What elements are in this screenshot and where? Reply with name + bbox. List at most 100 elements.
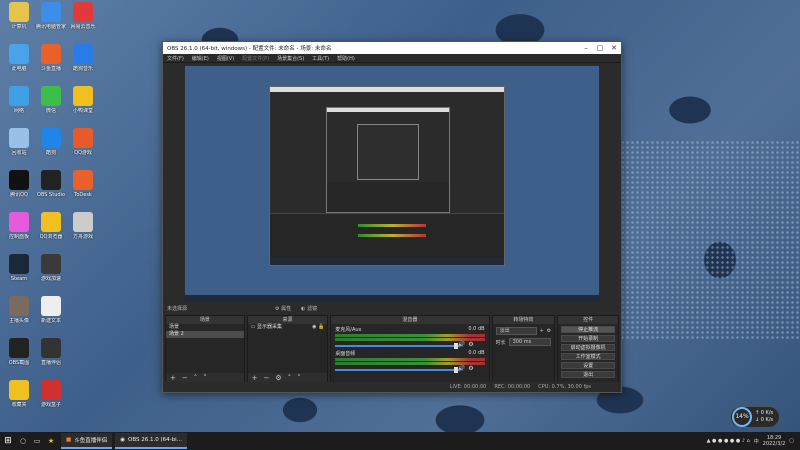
volume-meter — [335, 358, 485, 361]
menu-profile[interactable]: 配置文件(P) — [242, 55, 269, 62]
windows-start-icon[interactable]: ⊞ — [0, 436, 16, 446]
volume-meter — [335, 334, 485, 337]
taskbar-app-douyu[interactable]: ■ 斗鱼直播伴侣 — [61, 433, 113, 449]
start-recording-button[interactable]: 开始录制 — [561, 335, 615, 342]
add-icon[interactable]: + — [170, 374, 176, 382]
desktop-icon[interactable]: ToDesk — [66, 170, 100, 208]
desktop-icon[interactable]: 控制面板 — [2, 212, 36, 250]
taskbar-app-obs[interactable]: ◉ OBS 26.1.0 (64-bi... — [115, 433, 187, 449]
studio-mode-button[interactable]: 工作室模式 — [561, 353, 615, 360]
maximize-icon[interactable]: □ — [593, 44, 607, 52]
minimize-icon[interactable]: – — [579, 44, 593, 52]
desktop-icon[interactable]: 游戏加速 — [34, 254, 68, 292]
desktop-icon[interactable]: 腾讯电脑管家 — [34, 2, 68, 40]
gear-icon[interactable]: ⚙ — [468, 365, 473, 372]
desktop-icon[interactable]: 新建文本 — [34, 296, 68, 334]
desktop-icon[interactable]: 酷狗音乐 — [66, 44, 100, 82]
app-icon — [41, 296, 61, 316]
exit-button[interactable]: 退出 — [561, 371, 615, 378]
eye-icon[interactable]: ◉ 🔓 — [312, 324, 327, 331]
desktop-icon[interactable]: 酷狗 — [34, 128, 68, 166]
speaker-icon[interactable]: 🔊 — [458, 341, 465, 348]
notification-icon[interactable]: ▢ — [789, 438, 794, 444]
menu-scene-collection[interactable]: 场景集合(S) — [277, 55, 304, 62]
desktop-icon[interactable]: Steam — [2, 254, 36, 292]
desktop-icon[interactable]: 收藏夹 — [2, 380, 36, 418]
down-icon[interactable]: ˅ — [203, 374, 207, 382]
desktop-icon[interactable]: 网易云音乐 — [66, 2, 100, 40]
desktop-icon[interactable]: 游戏盒子 — [34, 380, 68, 418]
volume-slider[interactable] — [335, 367, 459, 373]
obs-window[interactable]: OBS 26.1.0 (64-bit, windows) - 配置文件: 未命名… — [162, 41, 622, 393]
desktop-icon[interactable]: QQ浏览器 — [34, 212, 68, 250]
volume-meter — [335, 338, 485, 341]
gear-icon[interactable]: ⚙ — [468, 341, 473, 348]
menu-edit[interactable]: 编辑(E) — [192, 55, 209, 62]
desktop-icon-label: 主播头像 — [8, 318, 29, 324]
close-icon[interactable]: ✕ — [607, 44, 621, 52]
filter-icon: ◐ — [301, 306, 306, 312]
app-icon — [9, 338, 29, 358]
desktop-icon[interactable]: 腾讯QQ — [2, 170, 36, 208]
taskbar: ⊞ ○ ▭ ★ ■ 斗鱼直播伴侣 ◉ OBS 26.1.0 (64-bi... … — [0, 432, 800, 450]
speaker-icon[interactable]: 🔊 — [458, 365, 465, 372]
desktop-icon[interactable]: 方舟游戏 — [66, 212, 100, 250]
desktop-icon[interactable]: 此电脑 — [2, 44, 36, 82]
properties-button[interactable]: ⚙ 属性 — [275, 305, 291, 312]
desktop-icon[interactable]: 直播伴侣 — [34, 338, 68, 376]
desktop-icon[interactable]: 回收站 — [2, 128, 36, 166]
desktop-icon[interactable]: OBS Studio — [34, 170, 68, 208]
clock[interactable]: 18:29 2022/3/2 — [763, 435, 785, 447]
remove-icon[interactable]: − — [182, 374, 188, 382]
no-source-label: 未选择源 — [167, 306, 188, 312]
desktop-icon[interactable]: OBS截图 — [2, 338, 36, 376]
desktop-icon[interactable]: 微信 — [34, 86, 68, 124]
scene-item[interactable]: 场景 — [166, 324, 244, 331]
desktop-icon[interactable]: 主播头像 — [2, 296, 36, 334]
desktop-icon[interactable]: 网络 — [2, 86, 36, 124]
settings-button[interactable]: 设置 — [561, 362, 615, 369]
volume-slider[interactable] — [335, 343, 459, 349]
gear-icon[interactable]: ⚙ — [547, 328, 551, 334]
add-icon[interactable]: + — [540, 328, 544, 334]
desktop-icon-label: OBS截图 — [8, 360, 30, 366]
preview-area[interactable] — [185, 66, 599, 302]
task-view-icon[interactable]: ▭ — [30, 437, 44, 445]
star-icon[interactable]: ★ — [44, 437, 58, 445]
menu-file[interactable]: 文件(F) — [167, 55, 184, 62]
down-icon[interactable]: ˅ — [297, 374, 301, 382]
stop-stream-button[interactable]: 停止推流 — [561, 326, 615, 333]
desktop-icons: 计算机 腾讯电脑管家 网易云音乐 此电脑 斗鱼直播 酷狗音乐 网络 微信 小鸭课堂 回收站 酷狗 QQ… — [0, 0, 100, 430]
controls-dock: 控件 停止推流 开始录制 启动虚拟摄像机 工作室模式 设置 退出 — [557, 315, 619, 383]
source-item[interactable]: ▭ 显示器采集 ◉ 🔓 — [248, 324, 328, 331]
menu-view[interactable]: 视图(V) — [217, 55, 234, 62]
app-icon — [9, 212, 29, 232]
virtual-camera-button[interactable]: 启动虚拟摄像机 — [561, 344, 615, 351]
transition-select[interactable]: 淡出 — [495, 327, 537, 335]
network-widget[interactable]: 14% ↑ 0 K/s ↓ 0 K/s — [730, 406, 780, 428]
menu-help[interactable]: 帮助(H) — [337, 55, 355, 62]
app-icon — [9, 254, 29, 274]
desktop-icon[interactable]: 计算机 — [2, 2, 36, 40]
up-icon[interactable]: ˄ — [288, 374, 292, 382]
search-icon[interactable]: ○ — [16, 437, 30, 445]
obs-titlebar[interactable]: OBS 26.1.0 (64-bit, windows) - 配置文件: 未命名… — [163, 42, 621, 54]
up-icon[interactable]: ˄ — [194, 374, 198, 382]
app-icon — [9, 170, 29, 190]
track-name: 麦克风/Aux — [335, 327, 362, 333]
transitions-header: 转场特效 — [492, 316, 555, 324]
desktop-icon-label: 直播伴侣 — [40, 360, 61, 366]
tray-icons[interactable]: ▲ ● ● ● ● ● ♪ ⌂ — [707, 438, 750, 444]
gear-icon[interactable]: ⚙ — [275, 374, 281, 382]
desktop-icon[interactable]: 斗鱼直播 — [34, 44, 68, 82]
desktop-icon[interactable]: 小鸭课堂 — [66, 86, 100, 124]
desktop-icon[interactable]: QQ游戏 — [66, 128, 100, 166]
add-icon[interactable]: + — [252, 374, 258, 382]
ime-indicator[interactable]: 中 — [754, 438, 759, 445]
remove-icon[interactable]: − — [264, 374, 270, 382]
track-level: 0.0 dB — [468, 326, 485, 332]
scene-item[interactable]: 场景 2 — [166, 331, 244, 338]
filters-button[interactable]: ◐ 滤镜 — [301, 305, 317, 312]
menu-tools[interactable]: 工具(T) — [312, 55, 329, 62]
duration-input[interactable]: 300 ms — [508, 338, 552, 346]
